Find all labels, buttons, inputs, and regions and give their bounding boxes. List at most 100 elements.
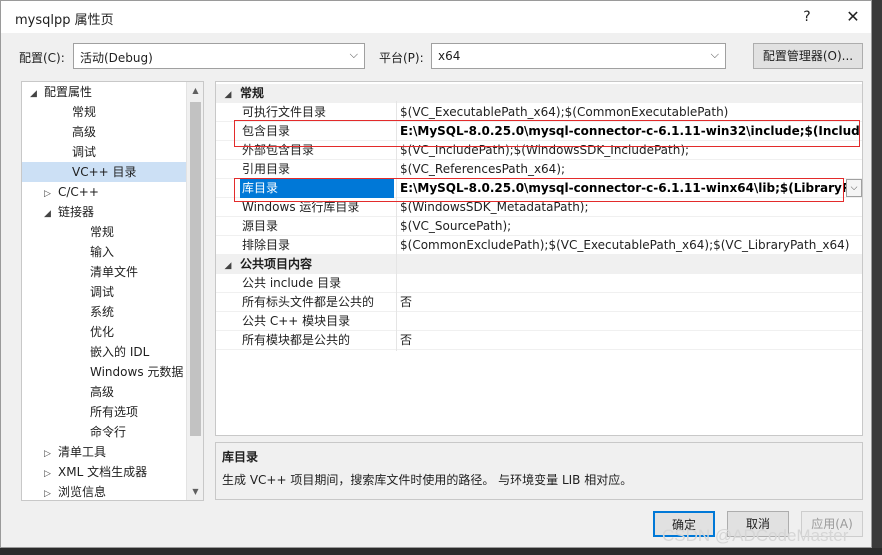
- platform-label: 平台(P):: [379, 51, 424, 65]
- config-select[interactable]: 活动(Debug) ⌵: [73, 43, 365, 69]
- property-tree: ◢ 配置属性 常规 高级 调试 VC++ 目录 ▷ C/C++ ◢ 链接器 常规 输入 清单文件 调试 系统…: [21, 81, 204, 501]
- property-name: 公共 C++ 模块目录: [242, 314, 351, 328]
- expand-icon[interactable]: ▷: [44, 444, 58, 464]
- property-name: 所有标头文件都是公共的: [242, 295, 375, 309]
- property-row[interactable]: 公共 include 目录: [216, 274, 862, 293]
- tree-item[interactable]: ▷ XML 文档生成器: [22, 462, 187, 482]
- platform-select-value: x64: [438, 49, 461, 63]
- chevron-down-icon[interactable]: ⌵: [846, 179, 862, 197]
- watermark-text: CSDN @ADCodeMaster: [662, 526, 849, 545]
- property-value[interactable]: $(VC_ReferencesPath_x64);: [400, 160, 860, 179]
- chevron-down-icon: ⌵: [349, 48, 358, 61]
- collapse-icon[interactable]: ◢: [30, 84, 44, 104]
- property-row[interactable]: 源目录 $(VC_SourcePath);: [216, 217, 862, 236]
- tree-item-label: 调试: [72, 145, 97, 159]
- property-value[interactable]: $(VC_SourcePath);: [400, 217, 860, 236]
- tree-item-label: 配置属性: [44, 85, 93, 99]
- tree-scrollbar[interactable]: ▲ ▼: [186, 82, 203, 500]
- title-bar: mysqlpp 属性页 ? ✕: [1, 1, 871, 33]
- tree-item-label: 优化: [90, 325, 115, 339]
- tree-item-label: 输入: [90, 245, 115, 259]
- tree-item[interactable]: 调试: [22, 282, 187, 302]
- description-title: 库目录: [222, 450, 259, 464]
- property-row[interactable]: 引用目录 $(VC_ReferencesPath_x64);: [216, 160, 862, 179]
- tree-item-label: XML 文档生成器: [58, 465, 148, 479]
- tree-item[interactable]: VC++ 目录: [22, 162, 187, 182]
- property-row[interactable]: 公共 C++ 模块目录: [216, 312, 862, 331]
- property-value[interactable]: 否: [400, 293, 860, 312]
- tree-item-label: 系统: [90, 305, 115, 319]
- property-value[interactable]: $(CommonExcludePath);$(VC_ExecutablePath…: [400, 236, 860, 255]
- property-name: 源目录: [242, 219, 279, 233]
- tree-item-label: VC++ 目录: [72, 165, 137, 179]
- tree-item-label: 命令行: [90, 425, 127, 439]
- property-row[interactable]: 所有标头文件都是公共的 否: [216, 293, 862, 312]
- tree-item[interactable]: ◢ 配置属性: [22, 82, 187, 102]
- tree-item[interactable]: ▷ 浏览信息: [22, 482, 187, 500]
- config-select-value: 活动(Debug): [80, 51, 153, 65]
- tree-item-label: 高级: [90, 385, 115, 399]
- tree-item[interactable]: 常规: [22, 102, 187, 122]
- tree-item-label: 浏览信息: [58, 485, 107, 499]
- property-name: 排除目录: [242, 238, 291, 252]
- description-panel: 库目录 生成 VC++ 项目期间，搜索库文件时使用的路径。 与环境变量 LIB …: [215, 442, 863, 500]
- property-grid: ◢ 常规 可执行文件目录 $(VC_ExecutablePath_x64);$(Co…: [215, 81, 863, 436]
- tree-item[interactable]: ▷ C/C++: [22, 182, 187, 202]
- scroll-up-icon[interactable]: ▲: [187, 82, 203, 99]
- expand-icon[interactable]: ▷: [44, 184, 58, 204]
- tree-item[interactable]: ◢ 链接器: [22, 202, 187, 222]
- tree-item[interactable]: 输入: [22, 242, 187, 262]
- tree-item[interactable]: 高级: [22, 382, 187, 402]
- platform-select[interactable]: x64 ⌵: [431, 43, 726, 69]
- tree-item-label: 高级: [72, 125, 97, 139]
- category-general[interactable]: ◢ 常规: [216, 84, 862, 103]
- tree-item-label: Windows 元数据: [90, 365, 184, 379]
- tree-item[interactable]: 命令行: [22, 422, 187, 442]
- tree-item[interactable]: 所有选项: [22, 402, 187, 422]
- tree-item-label: C/C++: [58, 185, 99, 199]
- property-name: 引用目录: [242, 162, 291, 176]
- tree-item-label: 清单文件: [90, 265, 139, 279]
- tree-item[interactable]: 常规: [22, 222, 187, 242]
- tree-item[interactable]: ▷ 清单工具: [22, 442, 187, 462]
- config-manager-button[interactable]: 配置管理器(O)...: [753, 43, 863, 69]
- scroll-down-icon[interactable]: ▼: [187, 483, 203, 500]
- property-row[interactable]: 排除目录 $(CommonExcludePath);$(VC_Executable…: [216, 236, 862, 255]
- tree-item[interactable]: 清单文件: [22, 262, 187, 282]
- chevron-down-icon: ⌵: [710, 48, 719, 61]
- tree-item-label: 常规: [90, 225, 115, 239]
- property-value[interactable]: [400, 274, 860, 293]
- highlight-box-include: [234, 120, 860, 147]
- property-name: 所有模块都是公共的: [242, 333, 351, 347]
- tree-item[interactable]: 调试: [22, 142, 187, 162]
- property-value[interactable]: 否: [400, 331, 860, 350]
- tree-item[interactable]: 高级: [22, 122, 187, 142]
- category-title: 公共项目内容: [240, 257, 313, 271]
- tree-item-label: 调试: [90, 285, 115, 299]
- tree-item-label: 所有选项: [90, 405, 139, 419]
- tree-item[interactable]: 优化: [22, 322, 187, 342]
- property-pages-window: mysqlpp 属性页 ? ✕ 配置(C): 活动(Debug) ⌵ 平台(P)…: [0, 0, 872, 548]
- category-title: 常规: [240, 86, 265, 100]
- property-row[interactable]: 所有模块都是公共的 否: [216, 331, 862, 350]
- description-text: 生成 VC++ 项目期间，搜索库文件时使用的路径。 与环境变量 LIB 相对应。: [222, 473, 633, 487]
- config-label: 配置(C):: [19, 51, 65, 65]
- expand-icon[interactable]: ▷: [44, 464, 58, 484]
- close-button[interactable]: ✕: [839, 5, 867, 29]
- help-button[interactable]: ?: [793, 5, 821, 29]
- tree-item[interactable]: Windows 元数据: [22, 362, 187, 382]
- property-value[interactable]: [400, 312, 860, 331]
- collapse-icon[interactable]: ◢: [44, 204, 58, 224]
- tree-item-label: 清单工具: [58, 445, 107, 459]
- highlight-box-library: [234, 178, 844, 202]
- expand-icon[interactable]: ▷: [44, 484, 58, 500]
- background-edge: [0, 548, 882, 555]
- window-title: mysqlpp 属性页: [15, 13, 114, 28]
- tree-item[interactable]: 嵌入的 IDL: [22, 342, 187, 362]
- category-public-content[interactable]: ◢ 公共项目内容: [216, 255, 862, 274]
- scrollbar-thumb[interactable]: [190, 102, 201, 436]
- tree-item[interactable]: 系统: [22, 302, 187, 322]
- property-name: 公共 include 目录: [242, 276, 342, 290]
- tree-item-label: 嵌入的 IDL: [90, 345, 150, 359]
- tree-item-label: 链接器: [58, 205, 95, 219]
